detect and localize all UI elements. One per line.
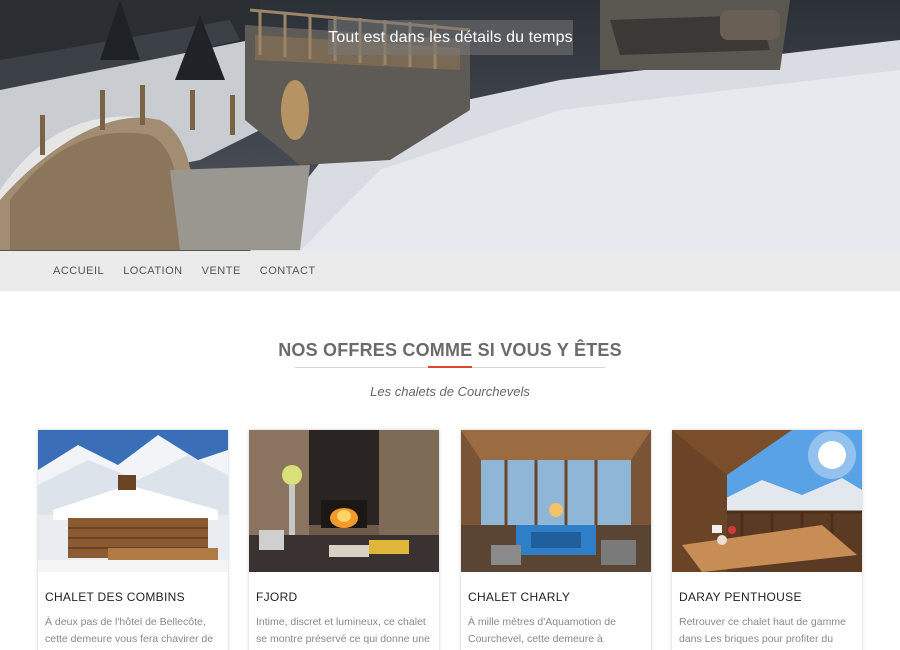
nav-item-vente[interactable]: VENTE xyxy=(202,265,241,277)
section-title: NOS OFFRES COMME SI VOUS Y ÊTES xyxy=(278,340,622,360)
title-accent-bar xyxy=(428,366,472,368)
offer-card-charly[interactable]: CHALET CHARLY À mille mètres d'Aquamotio… xyxy=(461,430,651,650)
card-title[interactable]: FJORD xyxy=(256,590,439,604)
card-image[interactable] xyxy=(461,430,651,572)
card-title[interactable]: CHALET DES COMBINS xyxy=(45,590,228,604)
main-nav: ACCUEIL LOCATION VENTE CONTACT xyxy=(0,251,900,291)
nav-item-location[interactable]: LOCATION xyxy=(123,265,182,277)
card-title[interactable]: CHALET CHARLY xyxy=(468,590,651,604)
offer-card-combins[interactable]: CHALET DES COMBINS À deux pas de l'hôtel… xyxy=(38,430,228,650)
daray-penthouse-photo xyxy=(672,430,862,572)
card-image[interactable] xyxy=(672,430,862,572)
fjord-interior-photo xyxy=(249,430,439,572)
chalet-charly-photo xyxy=(461,430,651,572)
card-image[interactable] xyxy=(38,430,228,572)
card-title[interactable]: DARAY PENTHOUSE xyxy=(679,590,862,604)
nav-item-accueil[interactable]: ACCUEIL xyxy=(53,265,104,277)
card-description: À deux pas de l'hôtel de Bellecôte, cett… xyxy=(45,616,214,645)
card-image[interactable] xyxy=(249,430,439,572)
card-description: Retrouver ce chalet haut de gamme dans L… xyxy=(679,616,846,645)
hero-banner: Tout est dans les détails du temps xyxy=(0,0,900,251)
offer-card-daray[interactable]: DARAY PENTHOUSE Retrouver ce chalet haut… xyxy=(672,430,862,650)
section-subtitle: Les chalets de Courchevels xyxy=(370,384,530,399)
card-description: À mille mètres d'Aquamotion de Courcheve… xyxy=(468,616,616,645)
card-description: Intime, discret et lumineux, ce chalet s… xyxy=(256,616,430,645)
nav-item-contact[interactable]: CONTACT xyxy=(260,265,316,277)
hero-tagline: Tout est dans les détails du temps xyxy=(328,20,573,55)
chalet-combins-photo xyxy=(38,430,228,572)
offer-card-fjord[interactable]: FJORD Intime, discret et lumineux, ce ch… xyxy=(249,430,439,650)
